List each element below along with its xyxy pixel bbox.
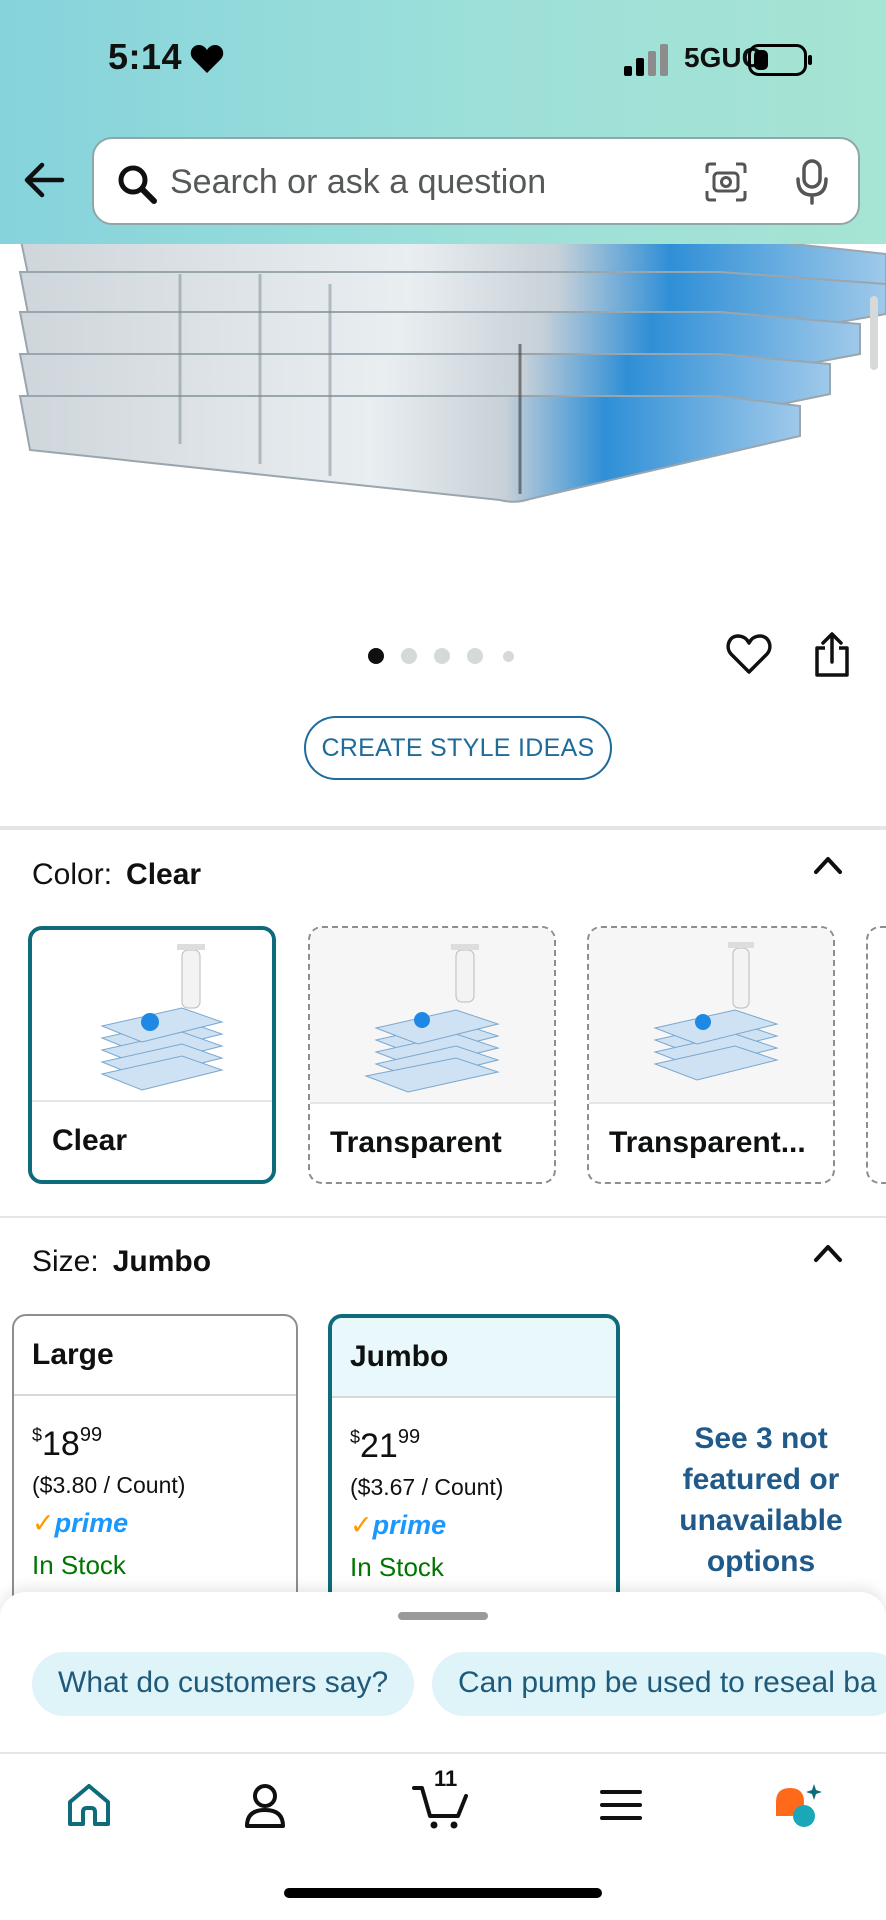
gallery-dot[interactable] [503,651,514,662]
size-price: $1899 [32,1424,103,1463]
color-option-more[interactable] [866,926,886,1184]
home-icon[interactable] [64,1780,114,1830]
heart-outline-icon[interactable] [726,633,772,675]
product-image[interactable] [0,244,886,584]
size-option-name: Large [14,1316,296,1396]
color-option-label: Transparent... [589,1102,833,1182]
chevron-up-icon[interactable] [812,852,844,878]
home-indicator [284,1888,602,1898]
see-unavailable-options-link[interactable]: See 3 not featured or unavailable option… [648,1418,874,1582]
search-input[interactable]: Search or ask a question [92,137,860,225]
stock-status: In Stock [350,1552,444,1582]
color-option-transparent[interactable]: Transparent [308,926,556,1184]
app-header: 5:14 5GUC Search or ask a question [0,0,886,244]
search-icon [118,165,157,204]
questions-sheet: What do customers say? Can pump be used … [0,1592,886,1752]
chevron-up-icon[interactable] [812,1240,844,1266]
color-option-label: Transparent [310,1102,554,1182]
size-label: Size: Jumbo [32,1245,211,1279]
back-arrow-icon[interactable] [22,160,66,200]
gallery-dot[interactable] [368,648,384,664]
color-thumbnail [589,928,833,1104]
prime-badge: ✓prime [350,1510,447,1540]
color-option-transparent-2[interactable]: Transparent... [587,926,835,1184]
menu-icon[interactable] [596,1780,646,1830]
color-option-clear[interactable]: Clear [28,926,276,1184]
size-option-name: Jumbo [332,1318,616,1398]
account-icon[interactable] [240,1780,290,1830]
microphone-icon[interactable] [794,159,830,205]
share-icon[interactable] [812,632,852,678]
gallery-dot[interactable] [467,648,483,664]
rufus-icon[interactable] [770,1780,824,1830]
size-label-text: Size: [32,1245,99,1278]
unit-price: ($3.67 / Count) [350,1474,504,1500]
stock-status: In Stock [32,1550,126,1580]
battery-icon [748,44,812,76]
size-selected-value: Jumbo [112,1245,212,1278]
vacuum-bags-image [18,244,886,503]
unit-price: ($3.80 / Count) [32,1472,186,1498]
color-label-text: Color: [32,858,113,891]
size-option-jumbo[interactable]: Jumbo $2199 ($3.67 / Count) ✓prime In St… [328,1314,620,1614]
gallery-dot[interactable] [401,648,417,664]
section-divider [0,1216,886,1218]
color-selected-value: Clear [126,858,202,891]
section-divider [0,826,886,830]
gallery-dot[interactable] [434,648,450,664]
color-option-label: Clear [32,1100,272,1180]
question-chip[interactable]: What do customers say? [32,1652,415,1716]
question-chip[interactable]: Can pump be used to reseal ba [432,1652,886,1716]
sheet-grabber[interactable] [398,1612,488,1620]
size-option-large[interactable]: Large $1899 ($3.80 / Count) ✓prime In St… [12,1314,298,1614]
color-thumbnail [310,928,554,1104]
heart-icon [190,45,224,73]
size-price: $2199 [350,1426,421,1465]
create-style-ideas-button[interactable]: CREATE STYLE IDEAS [304,716,612,780]
status-time: 5:14 [108,36,183,77]
search-placeholder: Search or ask a question [170,163,547,201]
camera-icon[interactable] [704,161,748,203]
prime-badge: ✓prime [32,1508,129,1538]
color-thumbnail [32,930,272,1106]
signal-icon [624,44,668,76]
color-label: Color: Clear [32,858,201,892]
cart-count-badge: 11 [434,1766,458,1791]
scroll-indicator [870,296,878,370]
